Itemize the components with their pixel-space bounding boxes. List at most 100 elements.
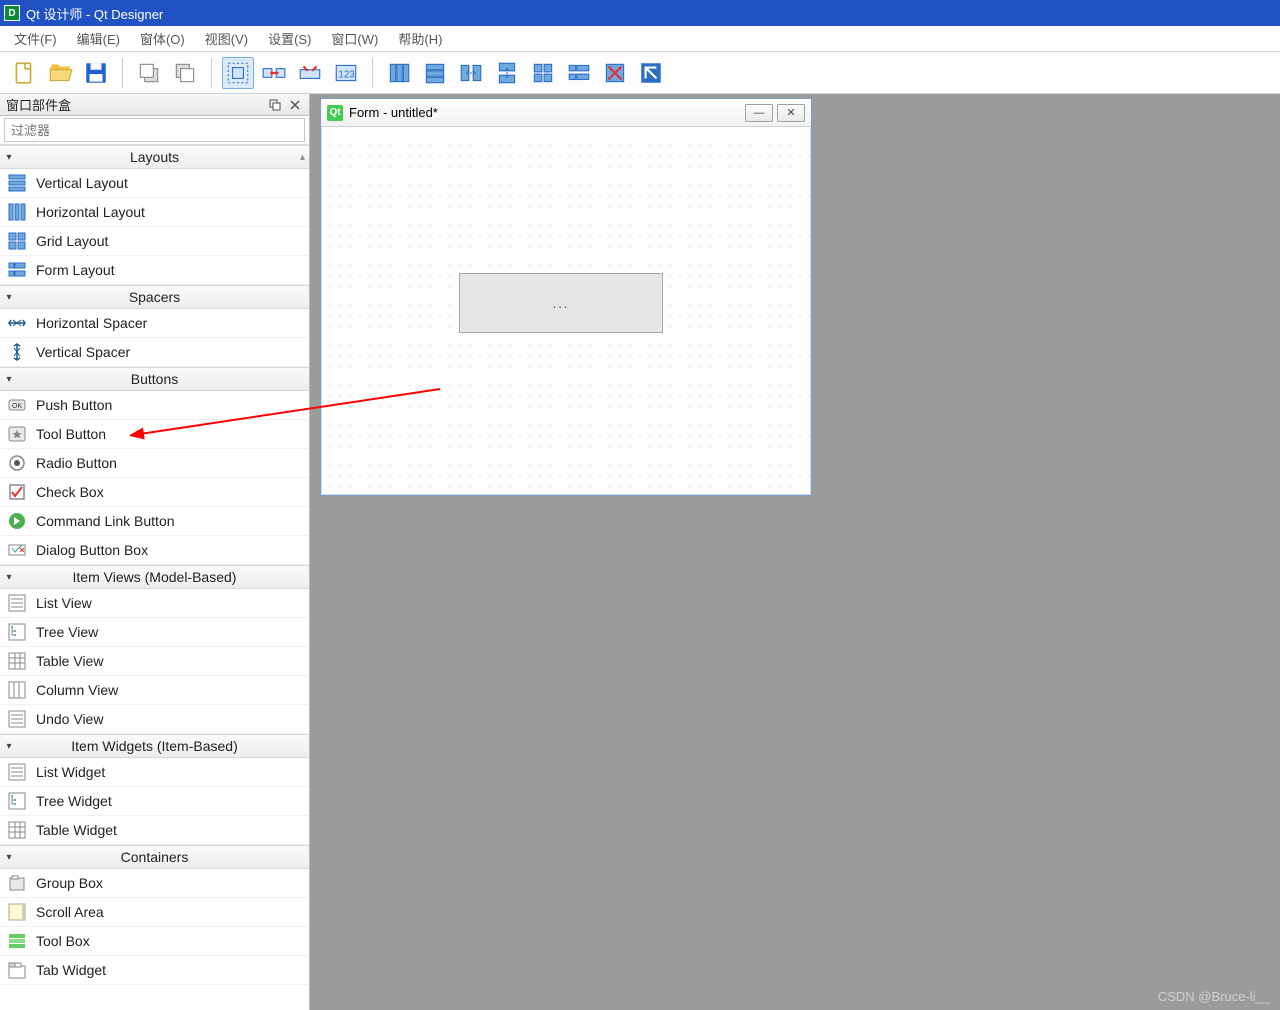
widget-item-label: Group Box bbox=[36, 875, 103, 891]
widget-item[interactable]: Tree Widget bbox=[0, 787, 309, 816]
widget-list[interactable]: ▾Layouts▴ Vertical Layout Horizontal Layou… bbox=[0, 145, 309, 1010]
form-titlebar[interactable]: Qt Form - untitled* — ✕ bbox=[321, 99, 811, 127]
menu-settings[interactable]: 设置(S) bbox=[258, 26, 321, 51]
new-file-button[interactable] bbox=[8, 57, 40, 89]
chevron-down-icon: ▾ bbox=[0, 852, 18, 863]
toolbtn-icon bbox=[6, 423, 28, 445]
widget-item-label: Horizontal Layout bbox=[36, 204, 145, 220]
layout-form-button[interactable] bbox=[563, 57, 595, 89]
svg-text:123: 123 bbox=[338, 69, 354, 80]
radio-icon bbox=[6, 452, 28, 474]
widget-item[interactable]: Grid Layout bbox=[0, 227, 309, 256]
widget-item[interactable]: OKPush Button bbox=[0, 391, 309, 420]
break-layout-button[interactable] bbox=[599, 57, 631, 89]
layout-horiz-button[interactable] bbox=[383, 57, 415, 89]
widget-item-label: Tool Box bbox=[36, 933, 90, 949]
widget-item[interactable]: Radio Button bbox=[0, 449, 309, 478]
widget-item[interactable]: Vertical Layout bbox=[0, 169, 309, 198]
close-icon[interactable]: ✕ bbox=[777, 104, 805, 122]
formlayout-icon bbox=[6, 259, 28, 281]
titlebar: D Qt 设计师 - Qt Designer bbox=[0, 0, 1280, 26]
menu-view[interactable]: 视图(V) bbox=[195, 26, 258, 51]
widget-item[interactable]: Column View bbox=[0, 676, 309, 705]
edit-signals-button[interactable] bbox=[258, 57, 290, 89]
widget-item-label: Table View bbox=[36, 653, 103, 669]
widget-item[interactable]: Group Box bbox=[0, 869, 309, 898]
scrollarea-icon bbox=[6, 901, 28, 923]
widget-box-title: 窗口部件盒 bbox=[6, 95, 71, 114]
widget-item[interactable]: Tool Box bbox=[0, 927, 309, 956]
widget-item-label: Tree Widget bbox=[36, 793, 112, 809]
edit-taborder-button[interactable]: 123 bbox=[330, 57, 362, 89]
hlayout-icon bbox=[6, 201, 28, 223]
chevron-down-icon: ▾ bbox=[0, 572, 18, 583]
menu-window[interactable]: 窗口(W) bbox=[321, 26, 388, 51]
edit-widgets-button[interactable] bbox=[222, 57, 254, 89]
widget-item[interactable]: List View bbox=[0, 589, 309, 618]
form-body[interactable]: ... bbox=[321, 127, 811, 495]
widget-item[interactable]: Horizontal Layout bbox=[0, 198, 309, 227]
widget-item[interactable]: Tool Button bbox=[0, 420, 309, 449]
widget-item[interactable]: Horizontal Spacer bbox=[0, 309, 309, 338]
layout-hsplit-button[interactable] bbox=[455, 57, 487, 89]
layout-vert-button[interactable] bbox=[419, 57, 451, 89]
minimize-icon[interactable]: — bbox=[745, 104, 773, 122]
widget-filter-input[interactable] bbox=[4, 118, 305, 142]
listview-icon bbox=[6, 761, 28, 783]
treeview-icon bbox=[6, 621, 28, 643]
close-panel-icon[interactable] bbox=[287, 97, 303, 113]
widget-item[interactable]: Undo View bbox=[0, 705, 309, 734]
chevron-down-icon: ▾ bbox=[0, 374, 18, 385]
menu-file[interactable]: 文件(F) bbox=[4, 26, 67, 51]
category-header[interactable]: ▾Buttons bbox=[0, 367, 309, 391]
widget-item-label: Dialog Button Box bbox=[36, 542, 148, 558]
widget-item[interactable]: Dialog Button Box bbox=[0, 536, 309, 565]
layout-grid-button[interactable] bbox=[527, 57, 559, 89]
widget-item[interactable]: Check Box bbox=[0, 478, 309, 507]
widget-item[interactable]: Table View bbox=[0, 647, 309, 676]
widget-item[interactable]: Command Link Button bbox=[0, 507, 309, 536]
widget-item[interactable]: Tree View bbox=[0, 618, 309, 647]
widget-item[interactable]: Table Widget bbox=[0, 816, 309, 845]
widget-item[interactable]: Scroll Area bbox=[0, 898, 309, 927]
menubar: 文件(F) 编辑(E) 窗体(O) 视图(V) 设置(S) 窗口(W) 帮助(H… bbox=[0, 26, 1280, 52]
design-canvas[interactable]: Qt Form - untitled* — ✕ ... bbox=[310, 94, 1280, 1010]
widget-item[interactable]: List Widget bbox=[0, 758, 309, 787]
vspacer-icon bbox=[6, 341, 28, 363]
open-file-button[interactable] bbox=[44, 57, 76, 89]
widget-item-label: List View bbox=[36, 595, 92, 611]
chevron-down-icon: ▾ bbox=[0, 292, 18, 303]
menu-help[interactable]: 帮助(H) bbox=[388, 26, 452, 51]
adjust-size-button[interactable] bbox=[635, 57, 667, 89]
save-file-button[interactable] bbox=[80, 57, 112, 89]
category-header[interactable]: ▾Spacers bbox=[0, 285, 309, 309]
menu-form[interactable]: 窗体(O) bbox=[130, 26, 195, 51]
widget-item[interactable]: Form Layout bbox=[0, 256, 309, 285]
form-title: Form - untitled* bbox=[349, 105, 438, 120]
bring-front-button[interactable] bbox=[169, 57, 201, 89]
qt-icon: Qt bbox=[327, 105, 343, 121]
app-icon: D bbox=[4, 5, 20, 21]
widget-filter-row bbox=[0, 116, 309, 145]
category-header[interactable]: ▾Layouts▴ bbox=[0, 145, 309, 169]
category-header[interactable]: ▾Containers bbox=[0, 845, 309, 869]
menu-edit[interactable]: 编辑(E) bbox=[67, 26, 130, 51]
dock-float-icon[interactable] bbox=[267, 97, 283, 113]
send-back-button[interactable] bbox=[133, 57, 165, 89]
widget-item-label: Tree View bbox=[36, 624, 98, 640]
toolbar-separator bbox=[372, 58, 373, 88]
category-label: Spacers bbox=[18, 289, 309, 305]
widget-item[interactable]: Vertical Spacer bbox=[0, 338, 309, 367]
category-header[interactable]: ▾Item Views (Model-Based) bbox=[0, 565, 309, 589]
widget-item-label: Vertical Layout bbox=[36, 175, 128, 191]
category-label: Item Views (Model-Based) bbox=[18, 569, 309, 585]
groupbox-icon bbox=[6, 872, 28, 894]
category-header[interactable]: ▾Item Widgets (Item-Based) bbox=[0, 734, 309, 758]
placed-tool-button[interactable]: ... bbox=[459, 273, 663, 333]
edit-buddies-button[interactable] bbox=[294, 57, 326, 89]
widget-item-label: Column View bbox=[36, 682, 118, 698]
layout-vsplit-button[interactable] bbox=[491, 57, 523, 89]
widget-item[interactable]: Tab Widget bbox=[0, 956, 309, 985]
form-window[interactable]: Qt Form - untitled* — ✕ ... bbox=[320, 98, 812, 496]
widget-item-label: Form Layout bbox=[36, 262, 115, 278]
